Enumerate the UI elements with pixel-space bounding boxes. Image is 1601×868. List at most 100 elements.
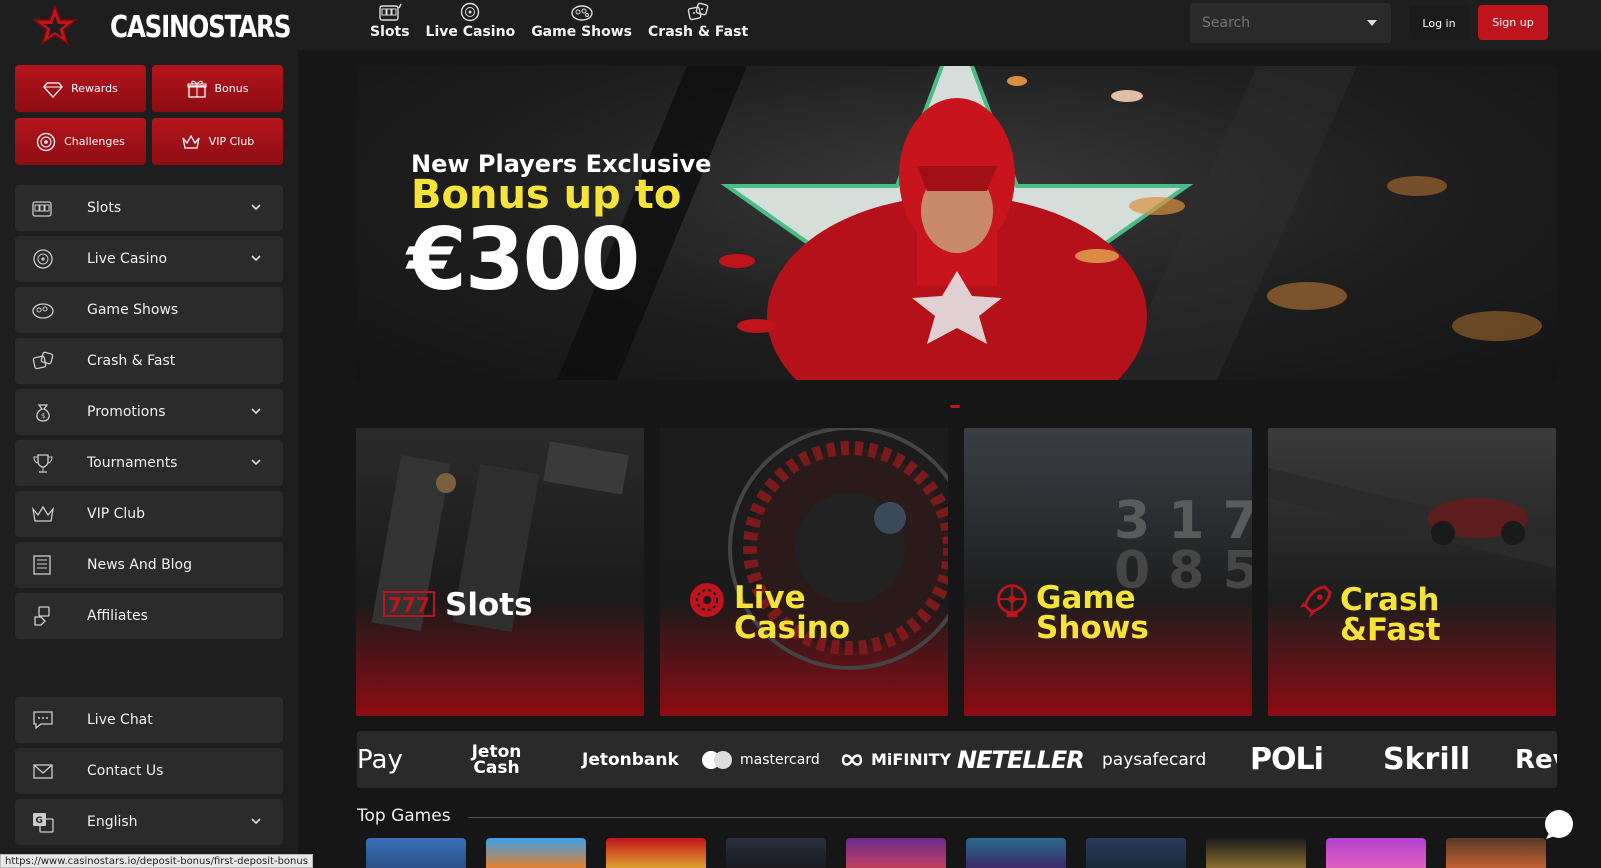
sidebar-item-slots[interactable]: Slots: [15, 185, 283, 231]
category-title: Slots: [445, 587, 533, 623]
hero-banner[interactable]: New Players Exclusive Bonus up to €300: [357, 66, 1557, 380]
sidebar-item-label: Tournaments: [87, 455, 178, 471]
topnav-live-casino[interactable]: Live Casino: [418, 0, 524, 40]
sidebar-item-label: Slots: [87, 200, 122, 216]
rewards-label: Rewards: [71, 82, 118, 95]
777-icon: 777: [383, 591, 435, 617]
hero-amount: €300: [407, 210, 640, 310]
vip-club-label: VIP Club: [208, 135, 255, 148]
roulette-icon: [33, 249, 53, 269]
bonus-button[interactable]: Bonus: [152, 65, 283, 112]
game-show-icon: [570, 5, 593, 21]
crown-icon: [31, 505, 55, 522]
game-thumbnail[interactable]: [966, 838, 1066, 868]
sidebar-item-crash-fast[interactable]: Crash & Fast: [15, 338, 283, 384]
sidebar-item-language[interactable]: G English: [15, 799, 283, 845]
payment-logo: Skrill: [1383, 742, 1471, 777]
newspaper-icon: [33, 555, 51, 575]
top-games-heading: Top Games: [357, 806, 451, 826]
payment-logo: NETELLER: [957, 745, 1085, 774]
sidebar-item-news-and-blog[interactable]: News And Blog: [15, 542, 283, 588]
sidebar: Rewards Bonus Challenges VIP Club Slots …: [0, 50, 298, 868]
top-bar: CASINOSTARS Slots Live Casino Game Shows…: [0, 0, 1601, 50]
topnav-crash-fast-label: Crash & Fast: [648, 24, 749, 40]
sidebar-item-live-casino[interactable]: Live Casino: [15, 236, 283, 282]
login-button[interactable]: Log in: [1409, 6, 1469, 40]
sidebar-item-label: Live Casino: [87, 251, 168, 267]
game-thumbnail[interactable]: [1326, 838, 1426, 868]
category-live-casino[interactable]: Live Casino: [660, 428, 948, 716]
rewards-button[interactable]: Rewards: [15, 65, 146, 112]
sidebar-support-menu: Live Chat Contact Us G English: [15, 697, 283, 850]
topnav-live-casino-label: Live Casino: [425, 24, 516, 40]
sidebar-item-label: Affiliates: [87, 608, 148, 624]
sidebar-item-label: Live Chat: [87, 712, 153, 728]
game-thumbnail[interactable]: [846, 838, 946, 868]
game-thumbnail[interactable]: [606, 838, 706, 868]
game-thumbnail[interactable]: [1446, 838, 1546, 868]
sidebar-item-label: News And Blog: [87, 557, 193, 573]
sidebar-item-vip-club[interactable]: VIP Club: [15, 491, 283, 537]
rocket-icon: [1299, 585, 1332, 618]
gift-icon: [187, 80, 207, 98]
challenges-button[interactable]: Challenges: [15, 118, 146, 165]
sidebar-item-affiliates[interactable]: Affiliates: [15, 593, 283, 639]
topnav-game-shows-label: Game Shows: [531, 24, 633, 40]
game-thumbnail[interactable]: [726, 838, 826, 868]
carousel-indicator[interactable]: [950, 405, 960, 408]
svg-text:777: 777: [388, 593, 430, 617]
chevron-down-icon[interactable]: [1367, 20, 1377, 26]
star-logo-icon: [32, 4, 78, 46]
search-input[interactable]: [1202, 15, 1352, 31]
topnav-slots-label: Slots: [370, 24, 410, 40]
payment-logo: POLi: [1250, 742, 1324, 777]
slot-machine-icon: [379, 3, 402, 21]
quick-actions: Rewards Bonus Challenges VIP Club: [15, 65, 283, 165]
challenges-label: Challenges: [64, 135, 125, 148]
topnav-crash-fast[interactable]: Crash & Fast: [640, 0, 756, 40]
sidebar-item-contact-us[interactable]: Contact Us: [15, 748, 283, 794]
sidebar-item-promotions[interactable]: $ Promotions: [15, 389, 283, 435]
payment-logo: Pay: [357, 744, 403, 775]
crown-icon: [182, 134, 200, 149]
game-thumbnail[interactable]: [1206, 838, 1306, 868]
topnav-slots[interactable]: Slots: [362, 0, 418, 40]
mastercard-icon: [702, 750, 732, 769]
category-slots[interactable]: 777 Slots: [356, 428, 644, 716]
game-thumbnail[interactable]: [366, 838, 466, 868]
status-bar-url: https://www.casinostars.io/deposit-bonus…: [0, 854, 313, 868]
payment-logo-mifinity: MiFINITY: [835, 731, 951, 788]
topnav-game-shows[interactable]: Game Shows: [523, 0, 640, 40]
chat-bubble-icon[interactable]: [1543, 809, 1575, 841]
payment-logo: paysafecard: [1102, 749, 1207, 770]
money-bag-icon: $: [36, 404, 50, 422]
payment-logo-text: mastercard: [740, 751, 820, 768]
category-title-line2: Shows: [1036, 610, 1149, 646]
category-game-shows[interactable]: 3 1 7 0 8 5 Game Shows: [964, 428, 1252, 716]
sidebar-item-label: English: [87, 814, 138, 830]
logo[interactable]: CASINOSTARS: [32, 4, 291, 46]
game-shows-tile-artwork: 3 1 7 0 8 5: [964, 428, 1252, 716]
sidebar-item-live-chat[interactable]: Live Chat: [15, 697, 283, 743]
game-thumbnail[interactable]: [486, 838, 586, 868]
vip-club-button[interactable]: VIP Club: [152, 118, 283, 165]
payment-logo-mastercard: mastercard: [700, 731, 820, 788]
category-crash-fast[interactable]: Crash &Fast: [1268, 428, 1556, 716]
chevron-down-icon[interactable]: [251, 202, 261, 212]
chevron-down-icon[interactable]: [251, 816, 261, 826]
signup-button[interactable]: Sign up: [1478, 5, 1548, 40]
brand-name: CASINOSTARS: [110, 10, 291, 45]
chevron-down-icon[interactable]: [251, 253, 261, 263]
chevron-down-icon[interactable]: [251, 406, 261, 416]
sidebar-item-game-shows[interactable]: Game Shows: [15, 287, 283, 333]
mail-icon: [33, 764, 53, 779]
game-thumbnail[interactable]: [1086, 838, 1186, 868]
slots-tile-artwork: [356, 428, 644, 716]
dice-icon: [32, 351, 54, 370]
search-box[interactable]: [1190, 3, 1391, 43]
chevron-down-icon[interactable]: [251, 457, 261, 467]
infinity-icon: [841, 753, 863, 766]
sidebar-item-tournaments[interactable]: Tournaments: [15, 440, 283, 486]
trophy-icon: [33, 454, 53, 473]
wheel-icon: [997, 584, 1027, 618]
